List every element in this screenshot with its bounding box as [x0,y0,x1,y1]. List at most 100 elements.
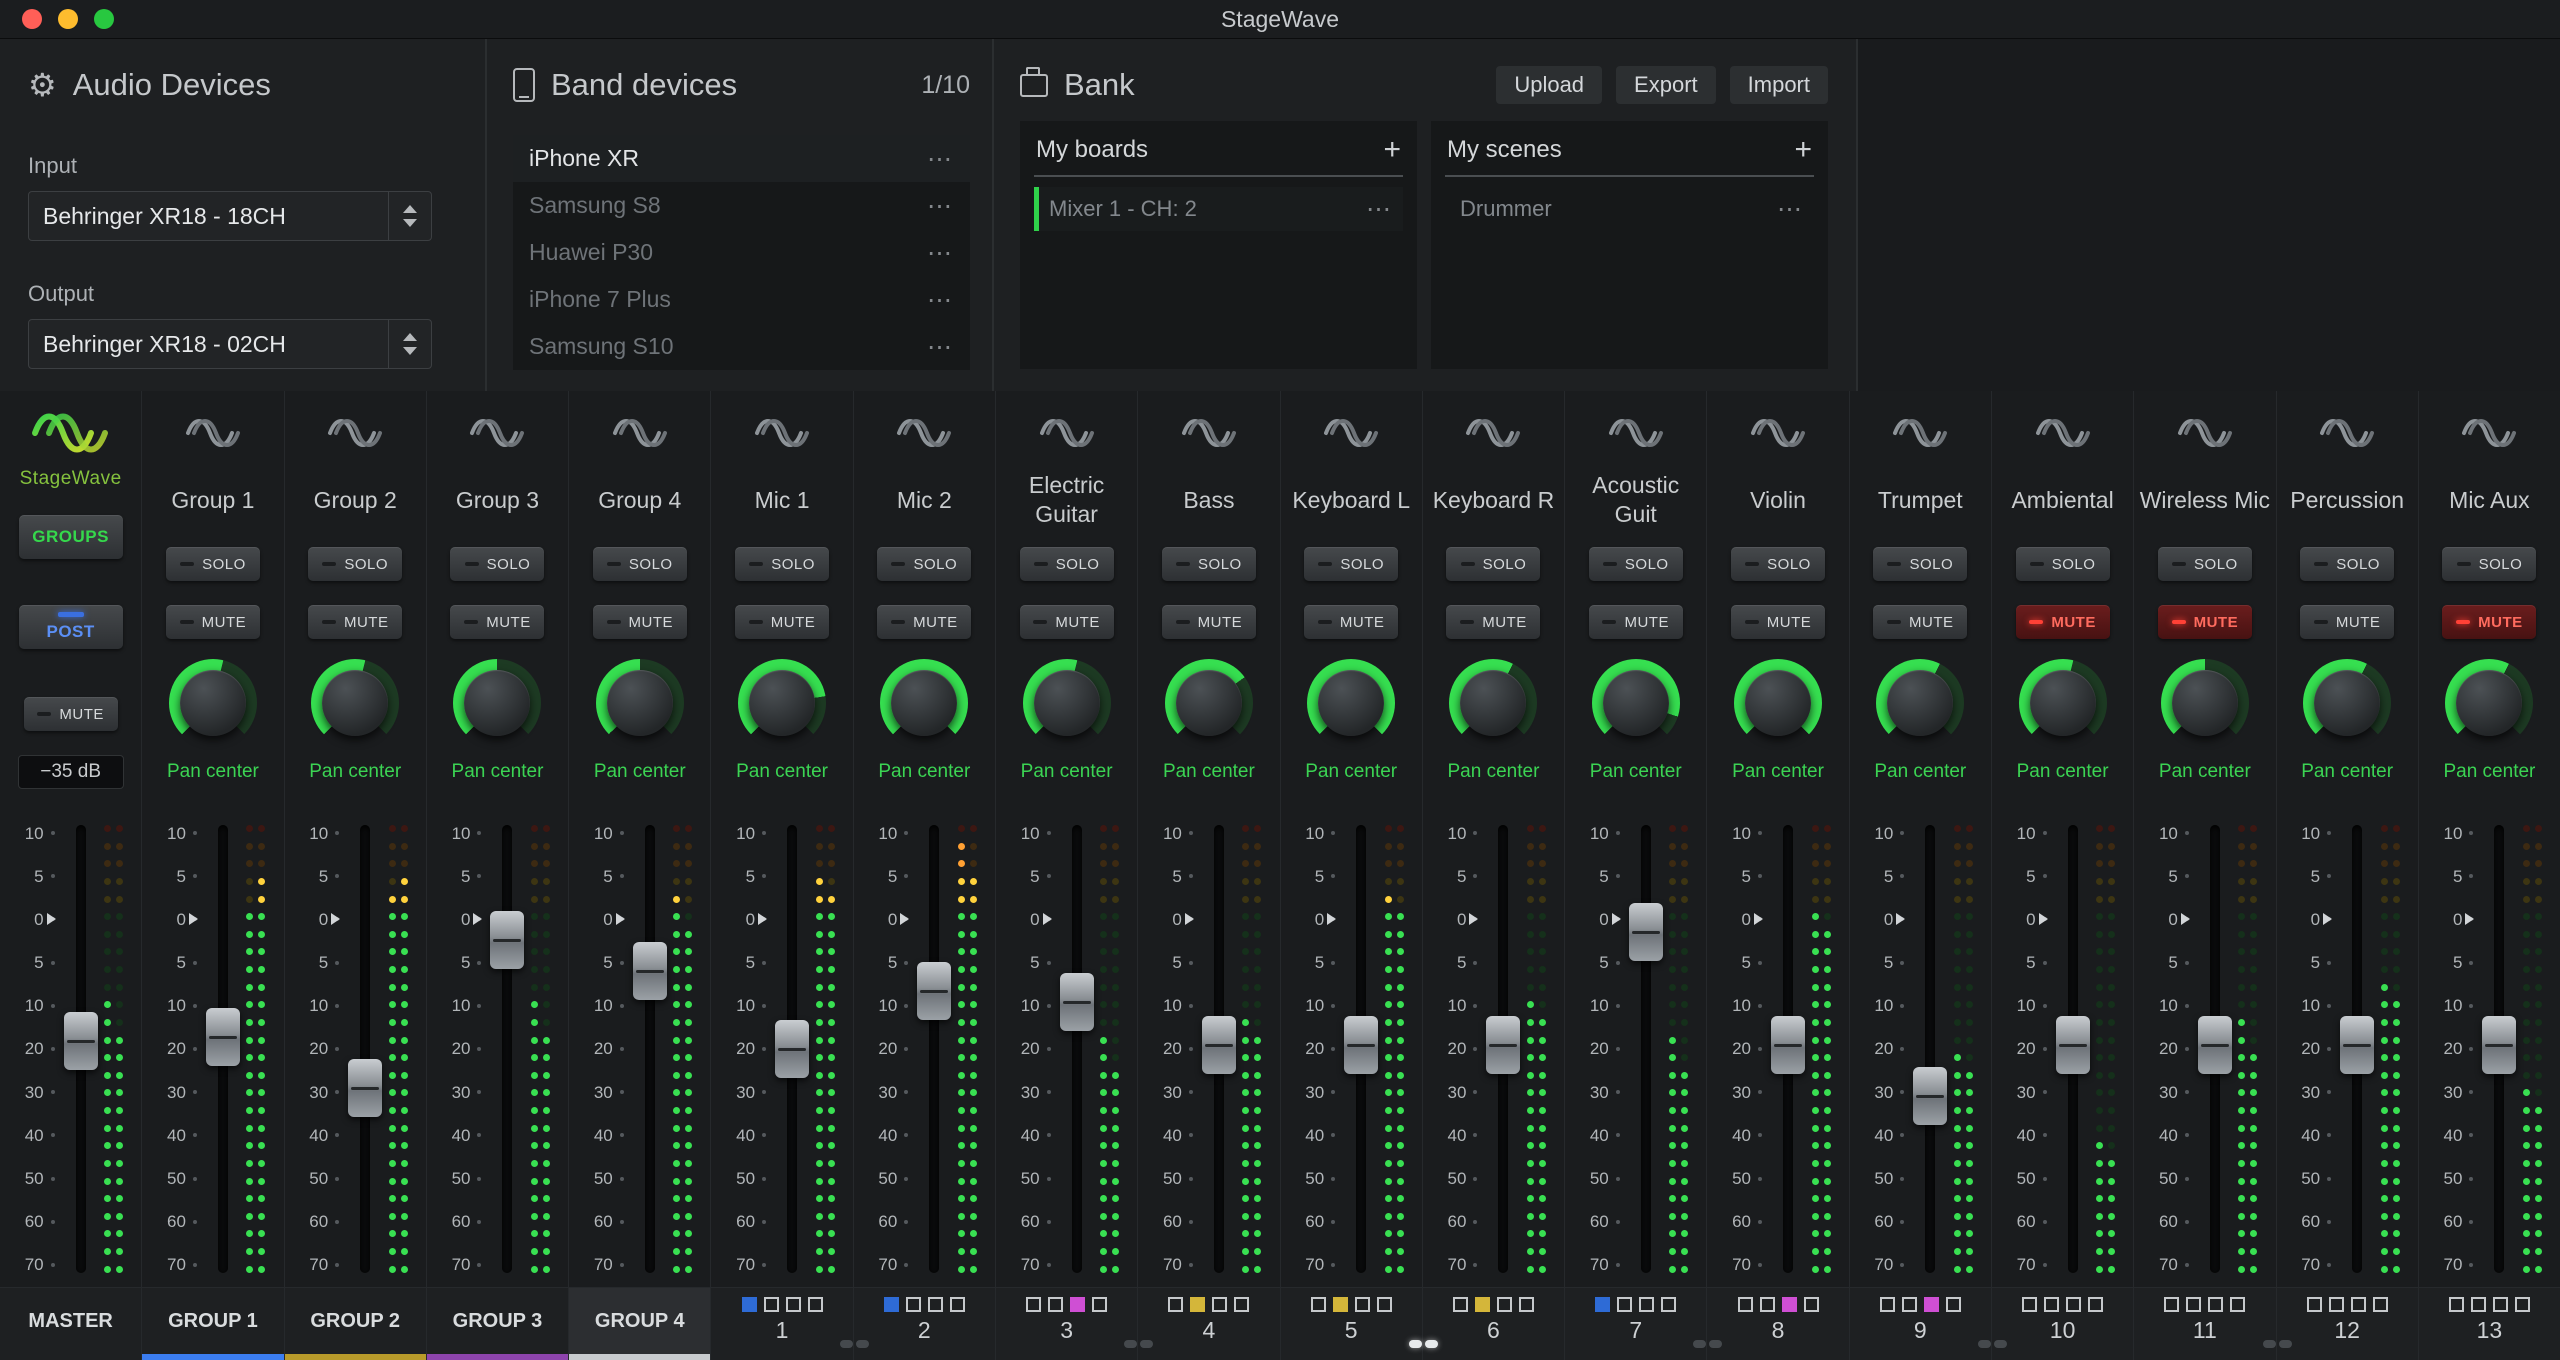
pan-knob[interactable] [311,659,399,747]
send-square[interactable] [1639,1297,1654,1312]
board-menu-icon[interactable]: ⋯ [1366,194,1393,224]
solo-button[interactable]: SOLO [1589,547,1683,581]
band-device-row[interactable]: iPhone XR ⋯ [513,135,970,182]
send-square[interactable] [884,1297,899,1312]
output-device-select[interactable]: Behringer XR18 - 02CH [28,319,432,369]
mute-button[interactable]: MUTE [450,605,544,639]
fader-handle[interactable] [490,911,524,969]
mute-button[interactable]: MUTE [2158,605,2252,639]
stereo-link-button[interactable] [1124,1340,1153,1348]
solo-button[interactable]: SOLO [2158,547,2252,581]
send-square[interactable] [1212,1297,1227,1312]
stereo-link-button[interactable] [1693,1340,1722,1348]
send-square[interactable] [1377,1297,1392,1312]
mute-button[interactable]: MUTE [1020,605,1114,639]
send-square[interactable] [1661,1297,1676,1312]
mute-button[interactable]: MUTE [1446,605,1540,639]
pan-knob[interactable] [2445,659,2533,747]
tab-group-4[interactable]: GROUP 4 [569,1288,710,1360]
fader-handle[interactable] [2198,1016,2232,1074]
send-square[interactable] [2044,1297,2059,1312]
pan-knob[interactable] [1307,659,1395,747]
send-square[interactable] [2164,1297,2179,1312]
pan-knob[interactable] [880,659,968,747]
solo-button[interactable]: SOLO [166,547,260,581]
pan-knob[interactable] [1449,659,1537,747]
send-square[interactable] [1497,1297,1512,1312]
pan-knob[interactable] [453,659,541,747]
close-window-button[interactable] [22,9,42,29]
solo-button[interactable]: SOLO [2300,547,2394,581]
input-stepper[interactable] [388,192,431,240]
band-device-row[interactable]: iPhone 7 Plus ⋯ [513,276,970,323]
send-square[interactable] [1595,1297,1610,1312]
solo-button[interactable]: SOLO [2016,547,2110,581]
import-button[interactable]: Import [1730,66,1828,104]
mute-button[interactable]: MUTE [1731,605,1825,639]
fader-handle[interactable] [1771,1016,1805,1074]
upload-button[interactable]: Upload [1496,66,1602,104]
send-square[interactable] [1475,1297,1490,1312]
send-square[interactable] [1880,1297,1895,1312]
send-square[interactable] [1311,1297,1326,1312]
fader-handle[interactable] [1913,1067,1947,1125]
send-square[interactable] [1519,1297,1534,1312]
fader-handle[interactable] [1344,1016,1378,1074]
send-square[interactable] [2208,1297,2223,1312]
tab-master[interactable]: MASTER [0,1288,141,1360]
input-device-select[interactable]: Behringer XR18 - 18CH [28,191,432,241]
solo-button[interactable]: SOLO [308,547,402,581]
mute-button[interactable]: MUTE [593,605,687,639]
solo-button[interactable]: SOLO [2442,547,2536,581]
device-menu-icon[interactable]: ⋯ [927,144,954,174]
send-square[interactable] [2329,1297,2344,1312]
band-device-row[interactable]: Samsung S10 ⋯ [513,323,970,370]
send-square[interactable] [928,1297,943,1312]
send-square[interactable] [1924,1297,1939,1312]
band-device-row[interactable]: Samsung S8 ⋯ [513,182,970,229]
scene-menu-icon[interactable]: ⋯ [1777,194,1804,224]
send-square[interactable] [2515,1297,2530,1312]
fader-handle[interactable] [917,962,951,1020]
send-square[interactable] [1070,1297,1085,1312]
solo-button[interactable]: SOLO [1731,547,1825,581]
mute-button[interactable]: MUTE [2442,605,2536,639]
device-menu-icon[interactable]: ⋯ [927,332,954,362]
solo-button[interactable]: SOLO [1446,547,1540,581]
groups-button[interactable]: GROUPS [19,515,123,559]
tab-group-3[interactable]: GROUP 3 [427,1288,568,1360]
master-fader-handle[interactable] [64,1012,98,1070]
send-square[interactable] [2230,1297,2245,1312]
mute-button[interactable]: MUTE [2016,605,2110,639]
fader-handle[interactable] [633,942,667,1000]
pan-knob[interactable] [1165,659,1253,747]
pan-knob[interactable] [1023,659,1111,747]
send-square[interactable] [1048,1297,1063,1312]
send-square[interactable] [1453,1297,1468,1312]
send-square[interactable] [1738,1297,1753,1312]
pan-knob[interactable] [596,659,684,747]
mute-button[interactable]: MUTE [1304,605,1398,639]
send-square[interactable] [808,1297,823,1312]
fader-handle[interactable] [1486,1016,1520,1074]
zoom-window-button[interactable] [94,9,114,29]
pan-knob[interactable] [1592,659,1680,747]
add-scene-button[interactable]: + [1794,135,1812,165]
fader-handle[interactable] [2482,1016,2516,1074]
send-square[interactable] [1782,1297,1797,1312]
master-mute-button[interactable]: MUTE [24,697,118,731]
send-square[interactable] [2307,1297,2322,1312]
send-square[interactable] [1760,1297,1775,1312]
minimize-window-button[interactable] [58,9,78,29]
send-square[interactable] [1946,1297,1961,1312]
solo-button[interactable]: SOLO [1873,547,1967,581]
send-square[interactable] [2066,1297,2081,1312]
send-square[interactable] [2449,1297,2464,1312]
send-square[interactable] [742,1297,757,1312]
send-square[interactable] [1804,1297,1819,1312]
tab-group-1[interactable]: GROUP 1 [142,1288,283,1360]
tab-group-2[interactable]: GROUP 2 [285,1288,426,1360]
send-square[interactable] [2088,1297,2103,1312]
mute-button[interactable]: MUTE [735,605,829,639]
mute-button[interactable]: MUTE [877,605,971,639]
